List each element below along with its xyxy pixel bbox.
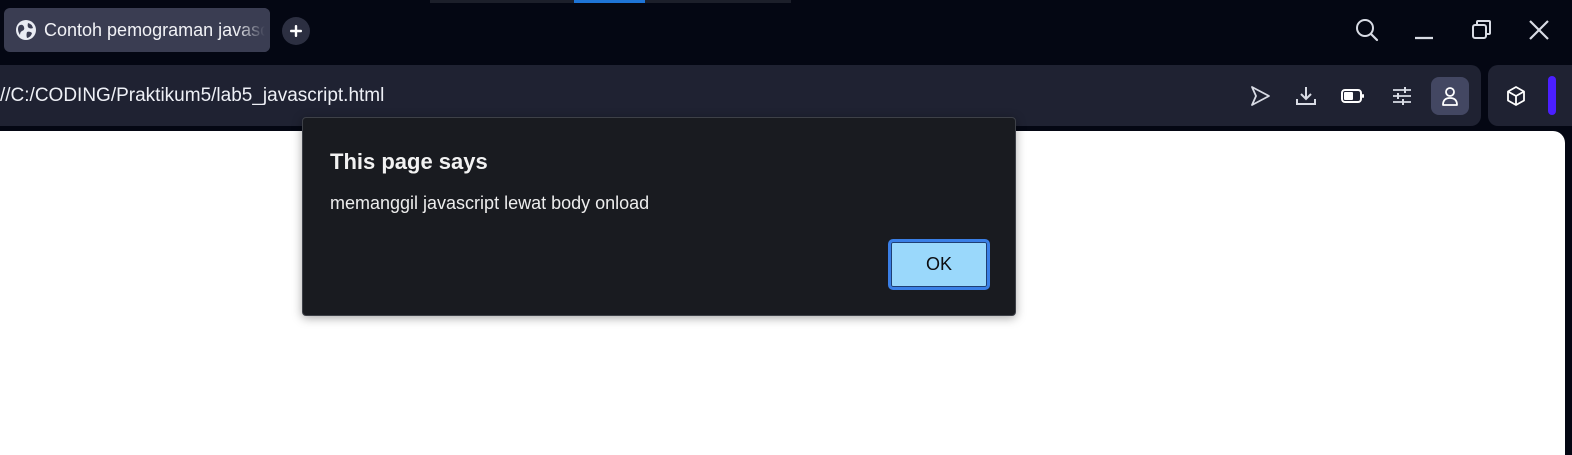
browser-tab[interactable]: Contoh pemograman javascript — [4, 8, 270, 52]
globe-icon — [14, 18, 38, 42]
ok-button[interactable]: OK — [888, 239, 990, 290]
profile-button[interactable] — [1431, 77, 1469, 115]
extensions-button[interactable] — [1497, 77, 1535, 115]
new-tab-button[interactable] — [282, 17, 310, 45]
close-window-button[interactable] — [1523, 14, 1555, 46]
dialog-title: This page says — [330, 149, 488, 174]
minimize-icon — [1415, 36, 1433, 40]
settings-sliders-icon — [1393, 87, 1411, 105]
alert-dialog: This page says memanggil javascript lewa… — [302, 117, 1016, 316]
tab-title-fade — [236, 8, 270, 52]
plus-icon — [290, 25, 302, 37]
browser-window: Contoh pemograman javascript //C:/CODING… — [0, 0, 1572, 455]
restore-button[interactable] — [1466, 14, 1498, 46]
settings-button[interactable] — [1383, 77, 1421, 115]
battery-saver-icon — [1341, 89, 1364, 103]
dialog-message: memanggil javascript lewat body onload — [330, 193, 650, 213]
extensions-panel — [1488, 65, 1572, 126]
close-icon — [1529, 20, 1549, 40]
extensions-cube-icon — [1507, 86, 1525, 106]
profile-icon — [1442, 87, 1458, 106]
download-icon — [1296, 87, 1316, 105]
sidebar-accent-bar — [1548, 76, 1556, 115]
battery-saver-button[interactable] — [1334, 77, 1372, 115]
minimize-button[interactable] — [1408, 14, 1440, 46]
search-icon — [1356, 19, 1379, 42]
search-tabs-button[interactable] — [1351, 14, 1383, 46]
send-button[interactable] — [1241, 77, 1279, 115]
url-field[interactable]: //C:/CODING/Praktikum5/lab5_javascript.h… — [0, 85, 384, 107]
download-button[interactable] — [1287, 77, 1325, 115]
restore-icon — [1472, 20, 1491, 39]
loading-strip-accent — [574, 0, 645, 3]
send-icon — [1251, 86, 1270, 106]
